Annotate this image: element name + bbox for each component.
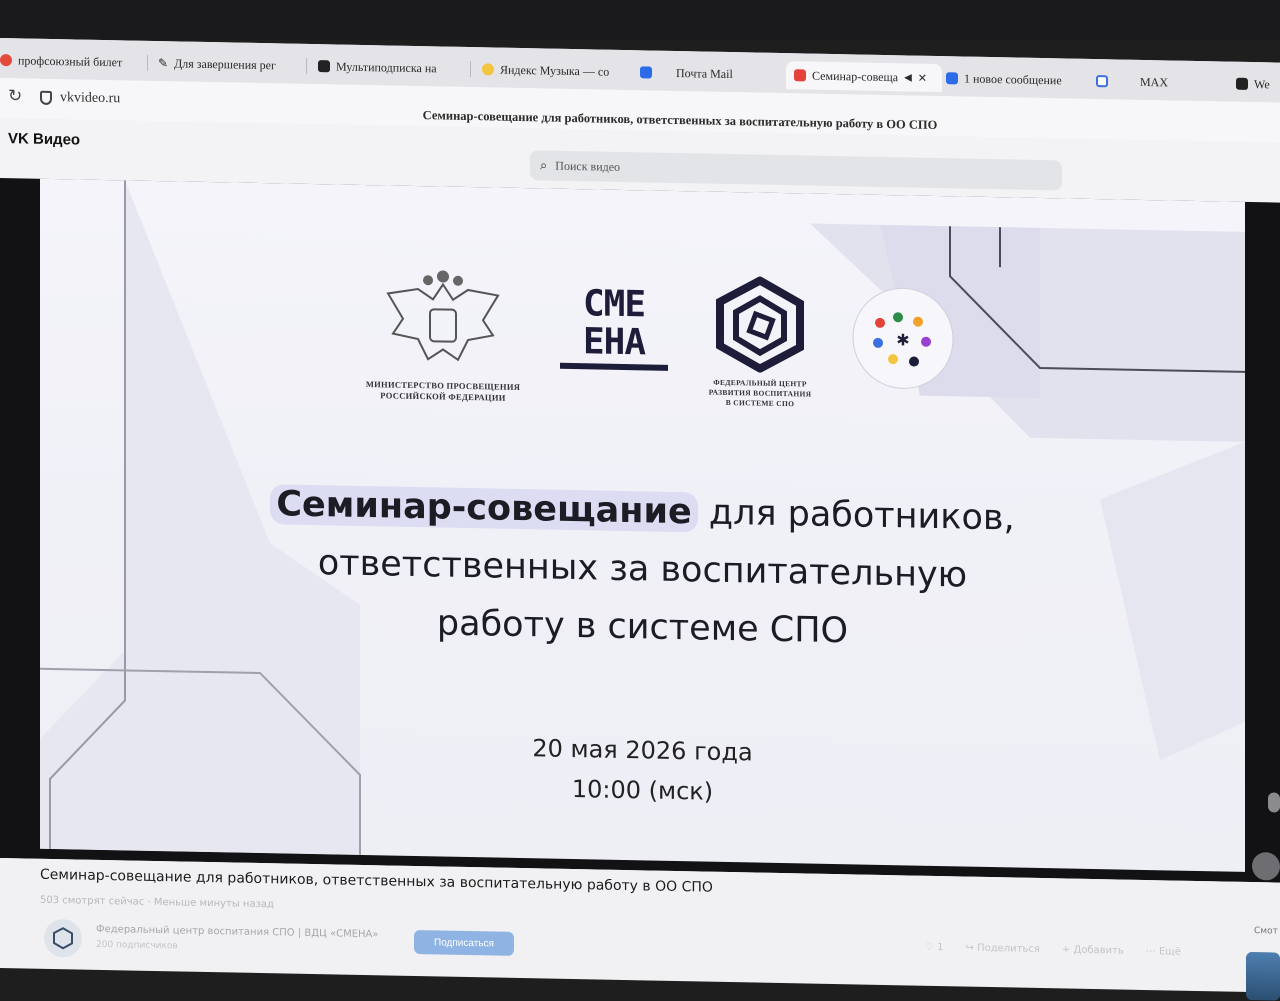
- tab-mail[interactable]: Почта Mail: [640, 58, 770, 88]
- hexagon-logo-icon: [716, 276, 804, 374]
- browser-window: профсоюзный билет ✎ Для завершения рег М…: [0, 38, 1280, 1001]
- search-input[interactable]: ⌕ Поиск видео: [530, 150, 1062, 191]
- app-icon: [1236, 77, 1248, 90]
- video-info: Семинар-совещание для работников, ответс…: [0, 858, 1280, 1001]
- search-icon: ⌕: [540, 157, 548, 173]
- ministry-emblem: МИНИСТЕРСТВО ПРОСВЕЩЕНИЯ РОССИЙСКОЙ ФЕДЕ…: [358, 263, 528, 404]
- channel-row: Федеральный центр воспитания СПО | ВДЦ «…: [40, 918, 1240, 984]
- tab-profsoyuz[interactable]: профсоюзный билет: [0, 46, 135, 77]
- monitor-bezel: [0, 0, 1280, 40]
- shield-icon: [40, 90, 52, 105]
- reload-icon[interactable]: ↻: [8, 86, 22, 106]
- red-dot-icon: [0, 54, 12, 67]
- add-button[interactable]: + Добавить: [1062, 944, 1124, 956]
- message-icon: [946, 72, 958, 85]
- video-title: Семинар-совещание для работников, ответс…: [40, 866, 713, 896]
- video-actions: ♡ 1 ↪ Поделиться + Добавить ⋯ Ещё: [925, 942, 1181, 958]
- spo-center-logo: ФЕДЕРАЛЬНЫЙ ЦЕНТР РАЗВИТИЯ ВОСПИТАНИЯ В …: [695, 275, 825, 409]
- more-button[interactable]: ⋯ Ещё: [1146, 946, 1181, 958]
- eagle-emblem-icon: [386, 270, 500, 362]
- video-stats: 503 смотрят сейчас · Меньше минуты назад: [40, 894, 274, 911]
- app-icon: [318, 60, 330, 73]
- tab-yandex-music[interactable]: Яндекс Музыка — со: [482, 55, 622, 86]
- professionalitet-icon: ✱: [852, 287, 954, 389]
- tab-multisubscription[interactable]: Мультиподписка на: [318, 52, 460, 83]
- side-avatar[interactable]: [1252, 852, 1280, 881]
- vk-video-logo[interactable]: VK Видео: [8, 130, 80, 148]
- svg-text:✱: ✱: [896, 330, 909, 349]
- music-icon: [482, 63, 494, 76]
- side-avatar[interactable]: [1268, 792, 1280, 813]
- side-video-thumbnail[interactable]: [1246, 951, 1280, 1001]
- hexagon-logo-icon: [53, 927, 73, 950]
- side-label: Смот: [1254, 926, 1278, 937]
- channel-avatar[interactable]: [44, 918, 82, 958]
- subscribe-button[interactable]: Подписаться: [414, 929, 514, 956]
- tab-max[interactable]: MAX: [1096, 67, 1196, 97]
- like-button[interactable]: ♡ 1: [925, 942, 944, 953]
- vk-video-icon: [794, 69, 806, 82]
- smena-logo: СМЕ ЕНА: [555, 283, 673, 371]
- share-button[interactable]: ↪ Поделиться: [966, 943, 1040, 955]
- max-icon: [1096, 75, 1108, 88]
- professionalitet-logo: ✱: [848, 282, 958, 394]
- channel-name[interactable]: Федеральный центр воспитания СПО | ВДЦ «…: [96, 924, 379, 940]
- speaker-icon[interactable]: ◀: [904, 72, 912, 83]
- tab-seminar-active[interactable]: Семинар-совеща ◀ ✕: [786, 61, 942, 93]
- video-frame[interactable]: МИНИСТЕРСТВО ПРОСВЕЩЕНИЯ РОССИЙСКОЙ ФЕДЕ…: [40, 178, 1245, 872]
- tab-registration[interactable]: ✎ Для завершения рег: [158, 49, 300, 80]
- mail-icon: [640, 66, 652, 79]
- tab-new-message[interactable]: 1 новое сообщение: [946, 64, 1081, 95]
- channel-subscribers: 200 подписчиков: [96, 939, 178, 952]
- pen-icon: ✎: [158, 55, 169, 70]
- tab-we[interactable]: We: [1236, 70, 1280, 99]
- video-player[interactable]: МИНИСТЕРСТВО ПРОСВЕЩЕНИЯ РОССИЙСКОЙ ФЕДЕ…: [0, 178, 1280, 883]
- close-tab-icon[interactable]: ✕: [918, 71, 927, 84]
